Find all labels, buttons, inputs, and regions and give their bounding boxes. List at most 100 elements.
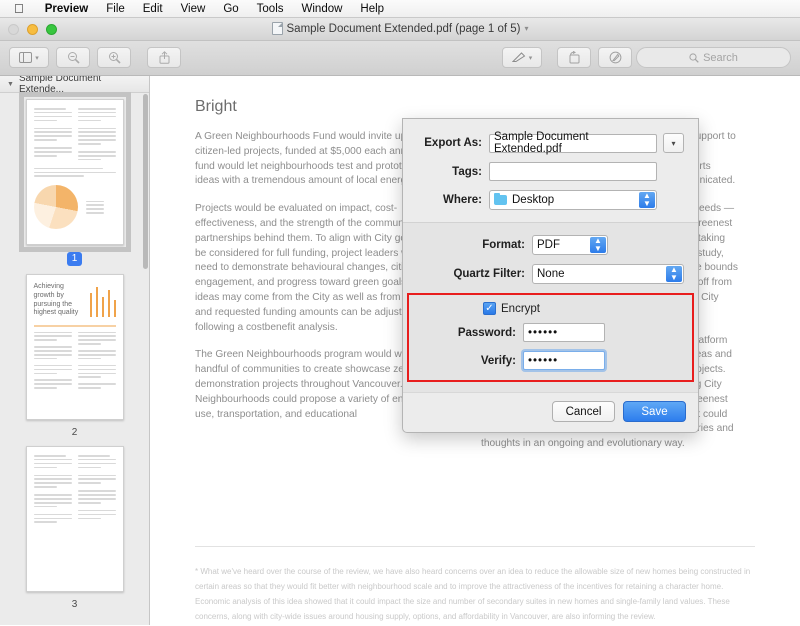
sidebar-icon bbox=[19, 52, 33, 63]
sidebar-header-label: Sample Document Extende... bbox=[18, 76, 102, 95]
export-as-row: Export As: Sample Document Extended.pdf … bbox=[417, 131, 684, 155]
window-title: Sample Document Extended.pdf (page 1 of … bbox=[286, 22, 521, 35]
sidebar-header[interactable]: ▼ Sample Document Extende... bbox=[0, 76, 149, 95]
export-dialog-top-section: Export As: Sample Document Extended.pdf … bbox=[403, 119, 698, 222]
menu-item-go[interactable]: Go bbox=[214, 3, 247, 15]
password-field[interactable]: •••••• bbox=[523, 323, 605, 342]
markup-pen-icon bbox=[511, 52, 526, 62]
tags-row: Tags: bbox=[417, 162, 684, 181]
encryption-highlight-box: ✓ Encrypt Password: •••••• Verify: •••••… bbox=[407, 293, 694, 382]
where-label: Where: bbox=[443, 194, 482, 206]
save-button[interactable]: Save bbox=[623, 401, 686, 422]
search-input[interactable]: Search bbox=[636, 47, 791, 68]
share-icon bbox=[159, 51, 169, 64]
thumbnail-page-2[interactable]: Achieving growth by pursuing the highest… bbox=[25, 274, 124, 420]
where-dropdown[interactable]: Desktop ▲ ▼ bbox=[489, 190, 657, 210]
menu-item-view[interactable]: View bbox=[172, 3, 215, 15]
search-icon bbox=[689, 52, 699, 63]
password-label: Password: bbox=[457, 326, 516, 339]
chevron-down-icon: ▾ bbox=[528, 54, 533, 62]
menu-item-window[interactable]: Window bbox=[293, 3, 352, 15]
footnote-text: * What we've heard over the course of th… bbox=[195, 567, 751, 621]
thumbnail-bar-chart bbox=[89, 283, 116, 317]
menu-item-edit[interactable]: Edit bbox=[134, 3, 172, 15]
search-placeholder: Search bbox=[703, 51, 738, 64]
toolbar-left-group: ▾ bbox=[9, 47, 188, 68]
markup-toolbar-button[interactable]: ▾ bbox=[502, 47, 542, 68]
format-label: Format: bbox=[482, 239, 525, 251]
document-icon bbox=[271, 22, 283, 35]
toolbar-right-group: ▾ bbox=[502, 47, 639, 68]
page-number-badge-2: 2 bbox=[71, 427, 78, 438]
export-dialog-actions: Cancel Save bbox=[403, 392, 698, 432]
export-as-label: Export As: bbox=[424, 137, 482, 149]
apple-icon[interactable]:  bbox=[8, 2, 36, 15]
verify-row: Verify: •••••• bbox=[419, 351, 682, 370]
zoom-in-icon bbox=[108, 52, 121, 64]
encrypt-row[interactable]: ✓ Encrypt bbox=[419, 302, 682, 315]
menu-bar:  Preview File Edit View Go Tools Window… bbox=[0, 0, 800, 18]
export-as-input[interactable]: Sample Document Extended.pdf bbox=[489, 131, 657, 155]
share-button[interactable] bbox=[147, 47, 181, 68]
where-value: Desktop bbox=[512, 194, 555, 206]
page-number-badge-3: 3 bbox=[71, 599, 78, 610]
quartz-filter-row: Quartz Filter: None ▲ ▼ bbox=[417, 264, 684, 284]
menu-item-help[interactable]: Help bbox=[351, 3, 393, 15]
sidebar-toggle-button[interactable]: ▾ bbox=[9, 47, 49, 68]
footnote-divider bbox=[195, 546, 755, 547]
window-body: ▼ Sample Document Extende... 1 Achieving… bbox=[0, 76, 800, 625]
thumbnail-item-3[interactable]: 3 bbox=[0, 446, 149, 610]
where-row: Where: Desktop ▲ ▼ bbox=[417, 190, 684, 210]
window-title-group: Sample Document Extended.pdf (page 1 of … bbox=[0, 22, 800, 35]
app-window: Sample Document Extended.pdf (page 1 of … bbox=[0, 18, 800, 626]
thumbnail-item-2[interactable]: Achieving growth by pursuing the highest… bbox=[0, 274, 149, 438]
title-chevron-down-icon[interactable]: ▾ bbox=[524, 24, 528, 33]
title-bar: Sample Document Extended.pdf (page 1 of … bbox=[0, 18, 800, 41]
sidebar-scrollbar[interactable] bbox=[142, 94, 148, 619]
thumbnail-heading-2: Achieving growth by pursuing the highest… bbox=[33, 283, 79, 317]
thumbnail-pie-chart bbox=[33, 185, 78, 230]
zoom-in-button[interactable] bbox=[97, 47, 131, 68]
folder-icon bbox=[494, 192, 507, 205]
expand-chevron-down-icon[interactable]: ▾ bbox=[663, 133, 684, 153]
format-value: PDF bbox=[537, 239, 560, 251]
quartz-filter-label: Quartz Filter: bbox=[453, 268, 525, 280]
zoom-out-icon bbox=[67, 52, 80, 64]
annotate-icon bbox=[609, 51, 621, 64]
thumbnail-page-3[interactable] bbox=[25, 446, 124, 592]
quartz-filter-dropdown[interactable]: None ▲ ▼ bbox=[532, 264, 684, 284]
menu-item-tools[interactable]: Tools bbox=[248, 3, 293, 15]
tags-label: Tags: bbox=[452, 165, 482, 178]
quartz-filter-value: None bbox=[537, 268, 565, 280]
menu-item-file[interactable]: File bbox=[97, 3, 134, 15]
stepper-arrows-icon: ▲ ▼ bbox=[666, 266, 682, 282]
verify-field[interactable]: •••••• bbox=[523, 351, 605, 370]
tags-input[interactable] bbox=[489, 162, 657, 181]
page-number-badge-1: 1 bbox=[66, 252, 83, 266]
menu-item-preview[interactable]: Preview bbox=[36, 3, 97, 15]
format-dropdown[interactable]: PDF ▲ ▼ bbox=[532, 235, 608, 255]
stepper-arrows-icon: ▲ ▼ bbox=[590, 237, 606, 253]
page-title: Bright bbox=[195, 98, 237, 115]
cancel-button[interactable]: Cancel bbox=[552, 401, 615, 422]
toolbar: ▾ ▾ Search bbox=[0, 41, 800, 76]
thumbnail-item-1[interactable]: 1 bbox=[0, 92, 149, 266]
annotate-button[interactable] bbox=[598, 47, 632, 68]
rotate-icon bbox=[569, 51, 579, 64]
export-dialog-options-section: Format: PDF ▲▼ Quartz Filter: None ▲▼ bbox=[403, 222, 698, 392]
chevron-down-icon: ▾ bbox=[35, 54, 39, 62]
document-view[interactable]: Bright A Green Neighbourhoods Fund would… bbox=[150, 76, 800, 625]
stepper-arrows-icon: ▲ ▼ bbox=[639, 192, 655, 208]
password-row: Password: •••••• bbox=[419, 323, 682, 342]
thumbnail-list: 1 Achieving growth by pursuing the highe… bbox=[0, 92, 149, 610]
preview-app-window:  Preview File Edit View Go Tools Window… bbox=[0, 0, 800, 626]
triangle-down-icon[interactable]: ▼ bbox=[7, 81, 14, 88]
zoom-out-button[interactable] bbox=[56, 47, 90, 68]
export-dialog: Export As: Sample Document Extended.pdf … bbox=[402, 118, 699, 433]
encrypt-checkbox[interactable]: ✓ bbox=[483, 302, 496, 315]
thumbnail-sidebar: ▼ Sample Document Extende... 1 Achieving… bbox=[0, 76, 150, 625]
rotate-button[interactable] bbox=[557, 47, 591, 68]
thumbnail-page-1[interactable] bbox=[18, 92, 131, 252]
encrypt-label: Encrypt bbox=[501, 302, 540, 315]
verify-label: Verify: bbox=[480, 354, 516, 367]
